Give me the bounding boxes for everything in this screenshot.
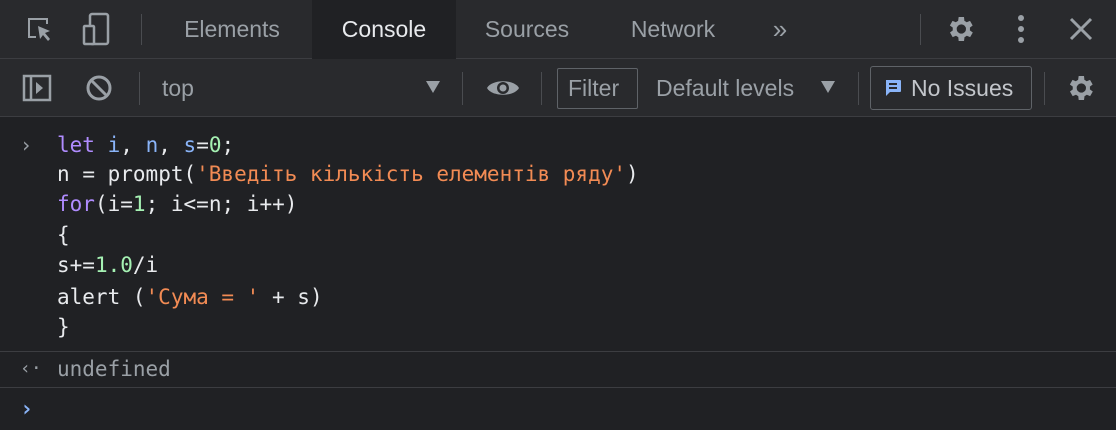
settings-icon[interactable]	[944, 13, 976, 45]
tab-console[interactable]: Console	[312, 0, 456, 59]
toolbar-separator	[541, 72, 542, 105]
input-prompt-icon: ›	[20, 133, 33, 157]
kebab-menu-icon[interactable]	[1013, 13, 1029, 45]
issues-label: No Issues	[911, 75, 1014, 101]
clear-console-icon[interactable]	[85, 74, 113, 102]
sidebar-toggle-icon[interactable]	[22, 73, 52, 103]
dropdown-arrow-icon[interactable]	[821, 81, 835, 93]
code-line: n = prompt('Введіть кількість елементів …	[57, 162, 639, 186]
devtools-tabbar: Elements Console Sources Network »	[0, 0, 1116, 59]
toolbar-separator	[858, 72, 859, 105]
eye-icon[interactable]	[486, 76, 520, 100]
more-tabs-icon[interactable]: »	[758, 0, 802, 58]
toolbar-separator	[139, 72, 140, 105]
code-line: {	[57, 223, 70, 247]
code-line: let i, n, s=0;	[57, 133, 235, 157]
filter-input[interactable]: Filter	[557, 68, 638, 109]
console-settings-icon[interactable]	[1064, 72, 1096, 104]
dropdown-arrow-icon[interactable]	[426, 81, 440, 93]
device-toolbar-icon[interactable]	[82, 12, 116, 46]
tab-sources[interactable]: Sources	[463, 0, 591, 58]
tab-network[interactable]: Network	[606, 0, 740, 58]
tab-elements[interactable]: Elements	[160, 0, 304, 58]
toolbar-separator	[1044, 72, 1045, 105]
console-output: › let i, n, s=0; n = prompt('Введіть кіл…	[0, 118, 1116, 430]
inspect-icon[interactable]	[24, 14, 56, 46]
input-prompt-icon: ›	[20, 397, 34, 422]
tabbar-separator	[920, 14, 921, 45]
context-select[interactable]: top	[162, 59, 194, 117]
log-levels-select[interactable]: Default levels	[656, 59, 794, 117]
code-line: for(i=1; i<=n; i++)	[57, 192, 298, 216]
toolbar-separator	[462, 72, 463, 105]
code-line: s+=1.0/i	[57, 253, 159, 277]
result-value: undefined	[57, 357, 171, 381]
result-arrow-icon: ‹·	[20, 358, 42, 379]
tabbar-separator	[141, 14, 142, 45]
issues-icon	[884, 79, 902, 97]
code-line: }	[57, 315, 70, 339]
code-line: alert ('Сума = ' + s)	[57, 285, 323, 309]
console-input[interactable]	[57, 392, 1097, 424]
close-icon[interactable]	[1068, 16, 1094, 42]
entry-separator	[0, 351, 1116, 352]
entry-separator	[0, 387, 1116, 388]
issues-button[interactable]: No Issues	[870, 66, 1032, 110]
console-toolbar: top Filter Default levels No Issues	[0, 59, 1116, 117]
